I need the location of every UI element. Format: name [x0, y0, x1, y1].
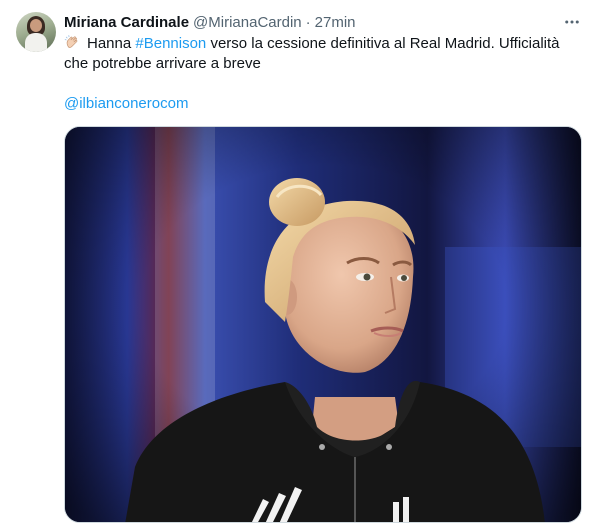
header-separator: ·	[305, 13, 311, 31]
more-options-button[interactable]	[562, 13, 582, 31]
tweet[interactable]: Miriana Cardinale @MirianaCardin · 27min…	[0, 0, 598, 529]
tweet-media-photo[interactable]	[64, 126, 582, 523]
avatar-body	[25, 33, 47, 52]
clapping-hands-icon	[64, 35, 78, 49]
author-handle[interactable]: @MirianaCardin	[193, 14, 302, 31]
tweet-timestamp[interactable]: 27min	[315, 14, 356, 31]
avatar-face	[30, 19, 42, 32]
hashtag-link[interactable]: #Bennison	[135, 35, 206, 52]
tweet-text: Hanna #Bennison verso la cessione defini…	[64, 34, 584, 114]
tweet-header: Miriana Cardinale @MirianaCardin · 27min	[64, 12, 356, 32]
player-photo	[65, 127, 581, 522]
tweet-text-prefix: Hanna	[87, 35, 132, 52]
avatar[interactable]	[16, 12, 56, 52]
mention-link[interactable]: @ilbianconerocom	[64, 94, 584, 114]
more-horizontal-icon	[565, 20, 579, 24]
author-name[interactable]: Miriana Cardinale	[64, 14, 189, 31]
